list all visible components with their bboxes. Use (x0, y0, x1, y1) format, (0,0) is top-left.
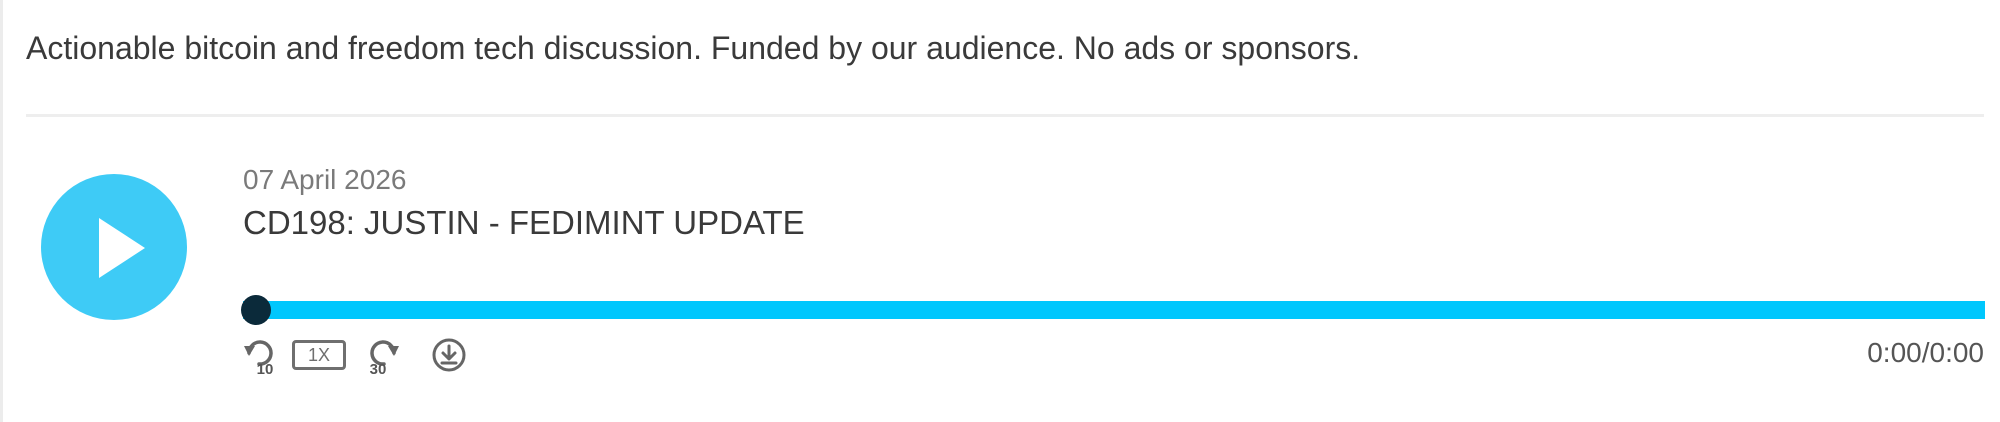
rewind-icon: 10 (244, 340, 274, 378)
download-button[interactable] (431, 337, 467, 375)
download-icon (432, 338, 466, 372)
forward-30-button[interactable]: 30 (364, 337, 400, 378)
playback-speed-button[interactable]: 1X (292, 340, 346, 370)
progress-knob[interactable] (241, 295, 271, 325)
forward-icon: 30 (370, 340, 399, 378)
left-border (0, 0, 3, 422)
rewind-label: 10 (257, 361, 274, 375)
divider (26, 114, 1984, 117)
episode-title: CD198: JUSTIN - FEDIMINT UPDATE (243, 204, 805, 241)
current-time: 0:00 (1867, 337, 1922, 368)
episode-date: 07 April 2026 (243, 164, 407, 195)
forward-label: 30 (370, 361, 387, 375)
podcast-description: Actionable bitcoin and freedom tech disc… (26, 30, 1361, 66)
rewind-10-button[interactable]: 10 (243, 337, 279, 378)
time-separator: / (1921, 337, 1930, 368)
play-icon (99, 218, 145, 278)
time-display: 0:00/0:00 (1867, 337, 1984, 369)
progress-bar[interactable] (243, 301, 1985, 319)
play-button[interactable] (41, 174, 187, 320)
duration: 0:00 (1929, 337, 1985, 368)
